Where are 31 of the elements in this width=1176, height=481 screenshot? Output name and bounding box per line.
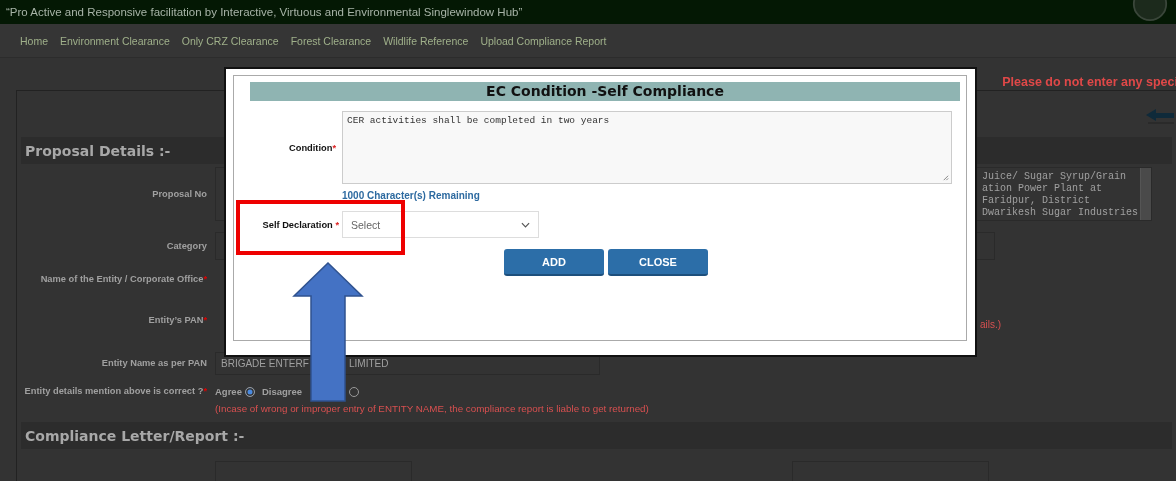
nav-link[interactable]: Only CRZ Clearance	[181, 34, 279, 47]
nav-link[interactable]: Home	[20, 34, 48, 47]
tagline: “Pro Active and Responsive facilitation by Interactive, Virtuous and Environmental Singlewindow Hub”	[6, 6, 523, 18]
radio-button[interactable]	[244, 386, 255, 397]
condition-textarea[interactable]: CER activities shall be completed in two years	[342, 111, 952, 184]
field-label: Entity Name as per PAN	[100, 358, 208, 368]
field-label: Name of the Entity / Corporate Office*	[39, 274, 208, 284]
field-label: Self Declaration *	[261, 219, 340, 230]
character-counter: 1000 Character(s) Remaining	[342, 190, 480, 201]
resize-grip-icon[interactable]	[942, 174, 949, 181]
field-label: Entity details mention above is correct ?*	[23, 386, 208, 396]
field-label: Proposal No	[151, 189, 208, 199]
section-header: Compliance Letter/Report :-	[21, 422, 1172, 449]
radio-label[interactable]: Disagree	[261, 386, 303, 397]
select-dropdown[interactable]: Select	[342, 211, 539, 238]
nav-link[interactable]: Environment Clearance	[60, 34, 170, 47]
field-label: Condition*	[288, 142, 337, 153]
nav-link[interactable]: Upload Compliance Report	[480, 34, 607, 47]
radio-label[interactable]: Agree	[215, 386, 242, 397]
field-label: Entity’s PAN*	[147, 315, 208, 325]
dialog-button[interactable]: CLOSE	[608, 249, 708, 276]
back-arrow-icon[interactable]	[1146, 109, 1174, 125]
dialog-button[interactable]: ADD	[504, 249, 604, 276]
dialog-title: EC Condition -Self Compliance	[250, 82, 960, 101]
scrollbar[interactable]	[1140, 168, 1151, 220]
chevron-down-icon	[521, 221, 530, 228]
field-label: Category	[165, 241, 208, 251]
nav-link[interactable]: Wildlife Reference	[383, 34, 469, 47]
note-text: ails.)	[980, 318, 1002, 330]
warning-note: (Incase of wrong or improper entry of ENTITY NAME, the compliance report is liable to get returned)	[215, 403, 649, 414]
nav-link[interactable]: Forest Clearance	[290, 34, 372, 47]
